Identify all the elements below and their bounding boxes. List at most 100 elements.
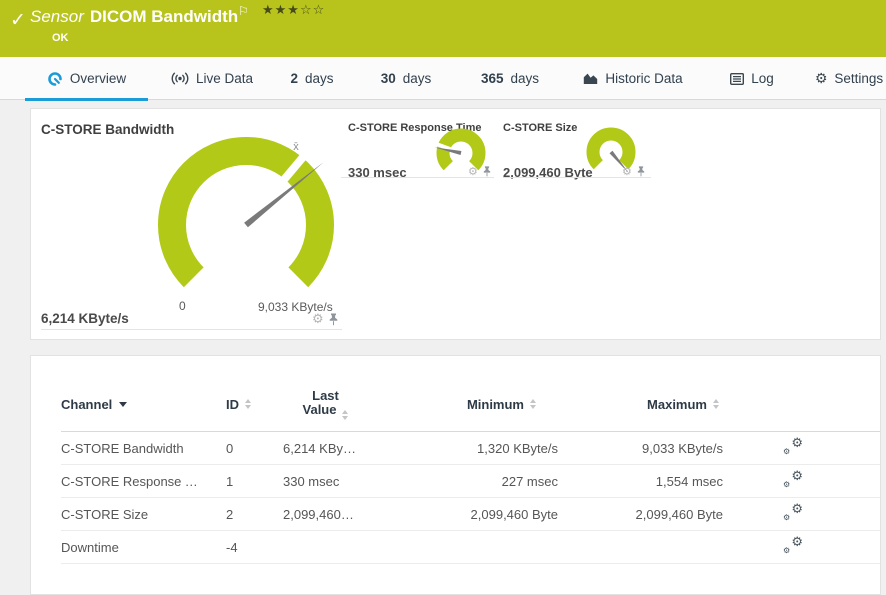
sort-icon xyxy=(713,399,719,409)
channel-cell: C-STORE Response Time xyxy=(61,474,226,489)
tab-live-data[interactable]: Live Data xyxy=(168,57,256,100)
tab-365-days[interactable]: 365 days xyxy=(478,57,542,100)
channels-table-panel: Channel ID Last Value Minimum Maximum C-… xyxy=(30,355,881,595)
widget-actions: ⚙ xyxy=(312,313,338,326)
gear-icon: ⚙ xyxy=(815,72,828,86)
tab-label: days xyxy=(511,71,540,86)
table-row: C-STORE Bandwidth 0 6,214 KByte/s 1,320 … xyxy=(61,432,880,465)
gauges-panel: C-STORE Bandwidth x̄ 0 9,033 KByte/s 6,2… xyxy=(30,108,881,340)
tab-label-number: 30 xyxy=(381,71,396,86)
channel-cell: Downtime xyxy=(61,540,226,555)
id-cell: 1 xyxy=(226,474,283,489)
sensor-header: ✓ Sensor DICOM Bandwidth ⚐ ★★★☆☆ OK xyxy=(0,0,886,57)
sort-icon xyxy=(342,410,348,420)
maximum-cell: 9,033 KByte/s xyxy=(558,441,723,456)
stars-filled[interactable]: ★★★ xyxy=(262,3,300,18)
average-marker-label: x̄ xyxy=(293,141,299,153)
id-cell: 0 xyxy=(226,441,283,456)
sort-icon xyxy=(245,399,251,409)
widget-gear-icon[interactable]: ⚙ xyxy=(468,166,478,177)
actions-cell: ⚙⚙ xyxy=(723,471,863,492)
channel-cell: C-STORE Bandwidth xyxy=(61,441,226,456)
gauge-title-size: C-STORE Size xyxy=(503,122,577,134)
sort-desc-icon xyxy=(119,402,127,407)
channel-settings-icon[interactable]: ⚙⚙ xyxy=(783,438,803,456)
minimum-cell: 2,099,460 Byte xyxy=(368,507,558,522)
tab-label: Live Data xyxy=(196,71,253,86)
tab-historic-data[interactable]: Historic Data xyxy=(583,57,683,100)
maximum-cell: 2,099,460 Byte xyxy=(558,507,723,522)
table-row: Downtime -4 ⚙⚙ xyxy=(61,531,880,564)
column-header-minimum[interactable]: Minimum xyxy=(368,397,558,412)
last-value-cell: 330 msec xyxy=(283,474,368,489)
column-label: Minimum xyxy=(467,397,524,412)
column-label: Channel xyxy=(61,397,112,412)
tab-settings[interactable]: ⚙ Settings xyxy=(813,57,885,100)
stars-empty[interactable]: ☆☆ xyxy=(300,3,325,18)
historic-data-icon xyxy=(583,72,598,85)
tab-label: Overview xyxy=(70,71,126,86)
widget-gear-icon[interactable]: ⚙ xyxy=(622,166,632,177)
channel-settings-icon[interactable]: ⚙⚙ xyxy=(783,504,803,522)
widget-divider xyxy=(503,177,651,178)
channel-settings-icon[interactable]: ⚙⚙ xyxy=(783,471,803,489)
tab-label: Log xyxy=(751,71,774,86)
overview-content: C-STORE Bandwidth x̄ 0 9,033 KByte/s 6,2… xyxy=(0,100,886,564)
bandwidth-gauge[interactable]: x̄ xyxy=(146,125,346,325)
tab-label: Settings xyxy=(834,71,883,86)
widget-gear-icon[interactable]: ⚙ xyxy=(312,313,324,326)
table-header-row: Channel ID Last Value Minimum Maximum xyxy=(61,377,880,432)
tab-label: days xyxy=(305,71,334,86)
widget-actions: ⚙ xyxy=(468,166,491,177)
tab-bar: Overview Live Data 2 days 30 days 365 da… xyxy=(0,57,886,100)
column-label: ID xyxy=(226,397,239,412)
minimum-cell: 1,320 KByte/s xyxy=(368,441,558,456)
gauge-scale-min: 0 xyxy=(179,299,186,313)
flag-icon[interactable]: ⚐ xyxy=(238,4,249,18)
maximum-cell: 1,554 msec xyxy=(558,474,723,489)
channel-cell: C-STORE Size xyxy=(61,507,226,522)
widget-divider xyxy=(41,329,342,330)
log-icon xyxy=(730,73,744,85)
pin-icon[interactable] xyxy=(329,313,338,326)
tab-label-number: 2 xyxy=(290,71,298,86)
tab-30-days[interactable]: 30 days xyxy=(378,57,434,100)
tab-log[interactable]: Log xyxy=(726,57,778,100)
column-header-last-value[interactable]: Last Value xyxy=(283,389,368,420)
pin-icon[interactable] xyxy=(483,166,491,177)
actions-cell: ⚙⚙ xyxy=(723,504,863,525)
sort-icon xyxy=(530,399,536,409)
minimum-cell: 227 msec xyxy=(368,474,558,489)
pin-icon[interactable] xyxy=(637,166,645,177)
status-ok-check-icon: ✓ xyxy=(10,9,26,31)
id-cell: 2 xyxy=(226,507,283,522)
tab-label: days xyxy=(403,71,432,86)
column-label: Maximum xyxy=(647,397,707,412)
sensor-title: Sensor DICOM Bandwidth xyxy=(30,7,238,27)
tab-label-number: 365 xyxy=(481,71,504,86)
widget-divider xyxy=(341,177,494,178)
tab-label: Historic Data xyxy=(605,71,682,86)
column-header-maximum[interactable]: Maximum xyxy=(558,397,723,412)
last-value-cell: 2,099,460 Byte xyxy=(283,507,368,522)
channel-settings-icon[interactable]: ⚙⚙ xyxy=(783,537,803,555)
sensor-name: DICOM Bandwidth xyxy=(90,7,238,26)
priority-stars[interactable]: ★★★☆☆ xyxy=(262,3,325,18)
tab-2-days[interactable]: 2 days xyxy=(288,57,336,100)
status-badge: OK xyxy=(52,32,69,44)
column-header-channel[interactable]: Channel xyxy=(61,397,226,412)
tab-overview[interactable]: Overview xyxy=(25,57,148,100)
sensor-kind-label: Sensor xyxy=(30,7,84,26)
last-value-cell xyxy=(283,540,368,555)
id-cell: -4 xyxy=(226,540,283,555)
actions-cell: ⚙⚙ xyxy=(723,537,863,558)
gauge-icon xyxy=(47,71,63,87)
last-value-cell: 6,214 KByte/s xyxy=(283,441,368,456)
widget-actions: ⚙ xyxy=(622,166,645,177)
table-row: C-STORE Size 2 2,099,460 Byte 2,099,460 … xyxy=(61,498,880,531)
actions-cell: ⚙⚙ xyxy=(723,438,863,459)
live-data-icon xyxy=(171,72,189,85)
column-label: Last Value xyxy=(303,388,339,417)
column-header-id[interactable]: ID xyxy=(226,397,283,412)
table-row: C-STORE Response Time 1 330 msec 227 mse… xyxy=(61,465,880,498)
